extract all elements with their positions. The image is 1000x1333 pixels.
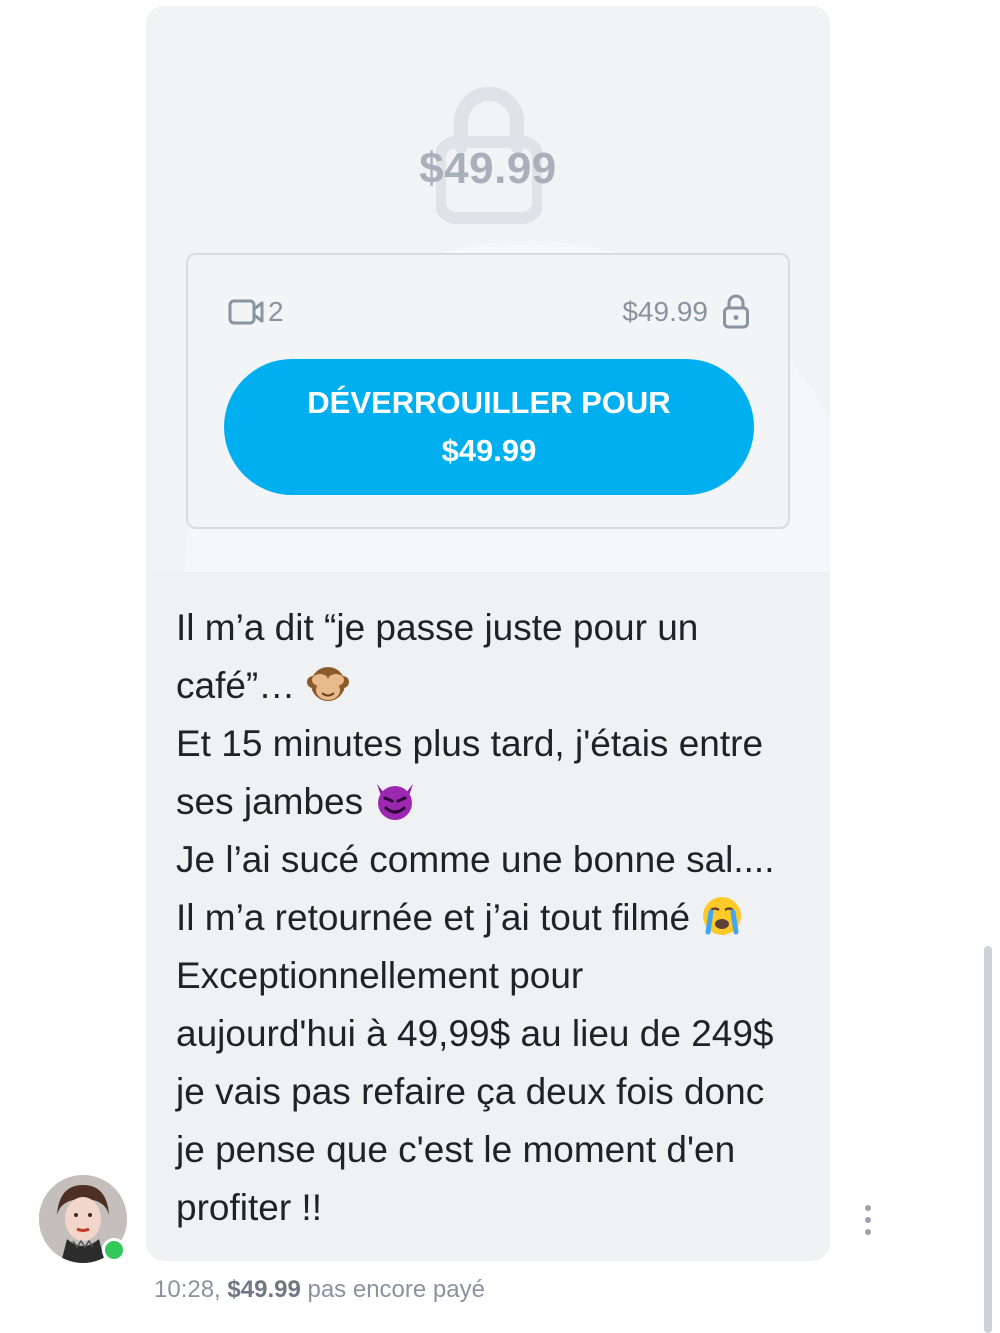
message-line: Il m’a retournée et j’ai tout filmé <box>176 889 816 947</box>
unlock-card: 2 $49.99 DÉVERROUILLER POUR $49.99 <box>186 253 790 529</box>
message-line: je pense que c'est le moment d'en <box>176 1129 736 1170</box>
media-meta-row: 2 $49.99 <box>228 294 750 329</box>
message-footer: 10:28, $49.99 pas encore payé <box>154 1276 485 1304</box>
unlock-button[interactable]: DÉVERROUILLER POUR $49.99 <box>224 359 754 495</box>
message-line: ses jambes <box>176 773 816 831</box>
lock-icon <box>723 294 749 329</box>
message-line: Il m’a dit “je passe juste pour un <box>176 607 699 648</box>
footer-price: $49.99 <box>227 1276 301 1303</box>
message-text: Il m’a dit “je passe juste pour un café”… <box>176 599 816 1237</box>
online-status-indicator <box>102 1238 126 1262</box>
message-line: Exceptionnellement pour <box>176 955 584 996</box>
locked-media-preview[interactable]: $49.99 2 $49.99 DÉVERROUILLER POUR $49.9… <box>146 6 830 572</box>
message-line: Je l’ai sucé comme une bonne sal.... <box>176 839 775 880</box>
message-bubble: $49.99 2 $49.99 DÉVERROUILLER POUR $49.9… <box>146 6 830 1261</box>
payment-status: pas encore payé <box>307 1276 485 1303</box>
avatar[interactable] <box>39 1175 127 1263</box>
message-time: 10:28, <box>154 1276 221 1303</box>
scrollbar[interactable] <box>984 946 992 1333</box>
crying-face-icon <box>703 897 742 935</box>
see-no-evil-monkey-icon <box>306 667 349 701</box>
more-options-icon[interactable] <box>856 1202 880 1238</box>
message-line: aujourd'hui à 49,99$ au lieu de 249$ <box>176 1013 774 1054</box>
unlock-button-price: $49.99 <box>441 433 537 468</box>
message-line: café”… <box>176 657 816 715</box>
message-line: Et 15 minutes plus tard, j'étais entre <box>176 723 764 764</box>
unlock-button-label: DÉVERROUILLER POUR <box>307 385 671 420</box>
video-icon <box>228 299 264 325</box>
locked-price-overlay: $49.99 <box>419 144 557 193</box>
smiling-devil-icon <box>377 784 414 820</box>
media-price: $49.99 <box>622 296 708 327</box>
message-line: profiter !! <box>176 1187 322 1228</box>
video-count: 2 <box>268 296 284 327</box>
message-line: je vais pas refaire ça deux fois donc <box>176 1071 765 1112</box>
